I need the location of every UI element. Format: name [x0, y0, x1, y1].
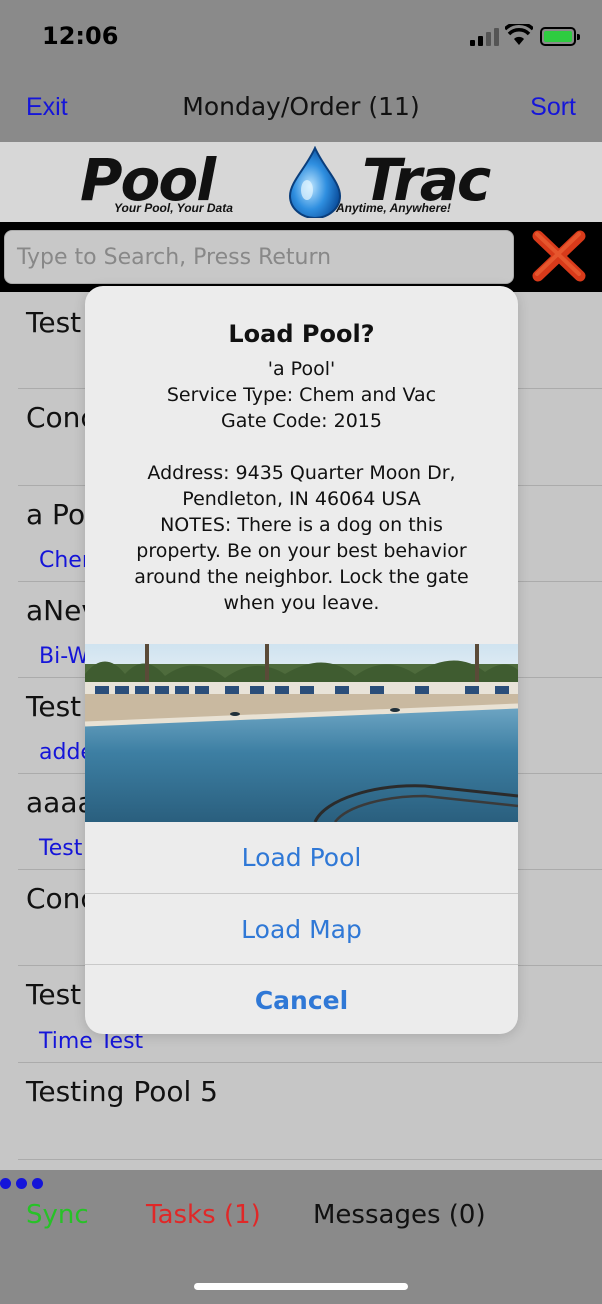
alert-line: Gate Code: 2015 [221, 410, 382, 432]
alert-line: 'a Pool' [267, 358, 336, 380]
alert-line: around the neighbor. Lock the gate [134, 566, 469, 588]
alert-line: Pendleton, IN 46064 USA [182, 488, 421, 510]
alert-title: Load Pool? [228, 320, 375, 348]
alert-line: NOTES: There is a dog on this [160, 514, 443, 536]
alert-line: Address: 9435 Quarter Moon Dr, [147, 462, 456, 484]
alert-line: when you leave. [223, 592, 380, 614]
alert-line: Service Type: Chem and Vac [166, 384, 437, 406]
pool-photo [85, 644, 518, 822]
alert-message: 'a Pool' Service Type: Chem and Vac Gate… [105, 356, 498, 616]
alert-line: property. Be on your best behavior [136, 540, 467, 562]
alert-line-blank [105, 434, 498, 460]
load-pool-alert: Load Pool? 'a Pool' Service Type: Chem a… [85, 286, 518, 1034]
cancel-button[interactable]: Cancel [85, 964, 518, 1034]
load-pool-button[interactable]: Load Pool [85, 822, 518, 893]
load-map-button[interactable]: Load Map [85, 893, 518, 964]
